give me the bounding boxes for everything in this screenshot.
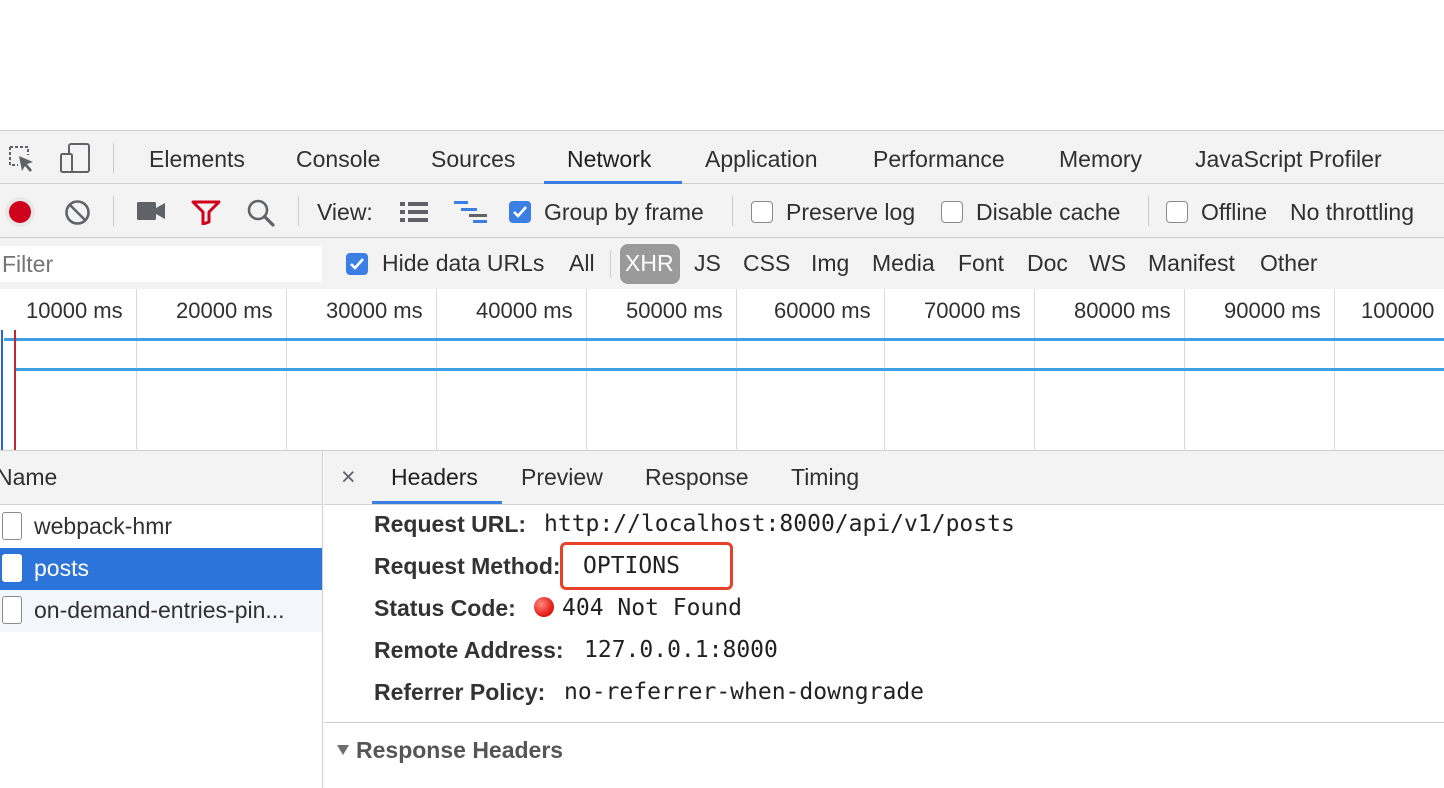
timeline-tick-label: 90000 ms <box>1224 298 1321 323</box>
type-filter-css[interactable]: CSS <box>743 252 790 275</box>
triangle-down-icon[interactable] <box>336 744 350 756</box>
header-key: Request Method: <box>374 553 561 579</box>
request-name[interactable]: on-demand-entries-pin... <box>34 599 285 622</box>
request-name[interactable]: posts <box>34 557 89 580</box>
timeline-tick-label: 40000 ms <box>476 298 573 323</box>
name-column-header[interactable]: Name <box>0 466 57 489</box>
large-rows-icon[interactable] <box>399 200 429 224</box>
tab-console[interactable]: Console <box>296 148 380 171</box>
clear-icon[interactable] <box>64 199 91 226</box>
type-filter-js[interactable]: JS <box>694 252 721 275</box>
header-value: 404 Not Found <box>562 595 743 621</box>
tab-performance[interactable]: Performance <box>873 148 1005 171</box>
response-headers-section-title[interactable]: Response Headers <box>356 739 563 762</box>
timeline-tick-label: 60000 ms <box>774 298 871 323</box>
toolbar-separator <box>298 196 299 226</box>
tab-application[interactable]: Application <box>705 148 818 171</box>
header-value: 127.0.0.1:8000 <box>584 637 778 663</box>
disable-cache-checkbox[interactable] <box>941 201 963 223</box>
header-key: Referrer Policy: <box>374 679 546 705</box>
details-tab-preview[interactable]: Preview <box>521 466 603 489</box>
header-value: no-referrer-when-downgrade <box>564 679 925 705</box>
details-tab-response[interactable]: Response <box>645 466 749 489</box>
timeline-request-bar <box>14 368 1444 371</box>
tab-network[interactable]: Network <box>567 148 651 171</box>
document-icon <box>2 512 22 540</box>
filter-icon[interactable] <box>191 199 221 225</box>
annotation-highlight-box <box>560 542 733 590</box>
type-filter-font[interactable]: Font <box>958 252 1004 275</box>
checkmark-icon <box>513 206 527 218</box>
details-tab-headers[interactable]: Headers <box>391 466 478 489</box>
network-toolbar: View: Group by frame Preserve log Disabl… <box>0 184 1444 238</box>
type-filter-ws[interactable]: WS <box>1089 252 1126 275</box>
type-filter-media[interactable]: Media <box>872 252 935 275</box>
timeline-tick-label: 100000 <box>1361 298 1435 323</box>
filter-input[interactable] <box>0 246 322 282</box>
document-icon <box>2 554 22 582</box>
preserve-log-checkbox[interactable] <box>751 201 773 223</box>
timeline-tick-label: 50000 ms <box>626 298 723 323</box>
filter-separator <box>610 250 611 278</box>
type-filter-all[interactable]: All <box>569 252 595 275</box>
type-filter-manifest[interactable]: Manifest <box>1148 252 1235 275</box>
search-icon[interactable] <box>246 198 276 228</box>
offline-label[interactable]: Offline <box>1201 201 1267 224</box>
record-icon[interactable] <box>4 196 36 228</box>
preserve-log-label[interactable]: Preserve log <box>786 201 915 224</box>
header-key: Request URL: <box>374 511 527 537</box>
section-divider <box>324 722 1444 723</box>
type-filter-other[interactable]: Other <box>1260 252 1318 275</box>
hide-data-urls-label[interactable]: Hide data URLs <box>382 252 544 275</box>
timeline-tick-label: 20000 ms <box>176 298 273 323</box>
timeline-tick-label: 10000 ms <box>26 298 123 323</box>
timeline-domcontentloaded-marker <box>1 330 3 450</box>
offline-checkbox[interactable] <box>1166 201 1188 223</box>
close-details-button[interactable]: × <box>341 465 356 490</box>
group-by-frame-label[interactable]: Group by frame <box>544 201 704 224</box>
type-filter-xhr[interactable]: XHR <box>625 252 674 275</box>
tab-sources[interactable]: Sources <box>431 148 515 171</box>
timeline-tick-label: 30000 ms <box>326 298 423 323</box>
overview-icon[interactable] <box>453 199 489 225</box>
details-tab-active-indicator <box>372 501 502 504</box>
document-icon <box>2 596 22 624</box>
header-key: Remote Address: <box>374 637 564 663</box>
tabbar-separator <box>113 143 114 173</box>
tab-elements[interactable]: Elements <box>149 148 245 171</box>
type-filter-doc[interactable]: Doc <box>1027 252 1068 275</box>
devtools-tabbar: Elements Console Sources Network Applica… <box>0 130 1444 184</box>
timeline-tick-label: 80000 ms <box>1074 298 1171 323</box>
capture-screenshots-icon[interactable] <box>136 200 166 222</box>
header-value: http://localhost:8000/api/v1/posts <box>544 511 1015 537</box>
toolbar-separator <box>1148 196 1149 226</box>
toolbar-separator <box>113 196 114 226</box>
details-tab-timing[interactable]: Timing <box>791 466 859 489</box>
toolbar-separator <box>732 196 733 226</box>
header-key: Status Code: <box>374 595 516 621</box>
inspect-element-icon[interactable] <box>6 143 38 175</box>
request-name[interactable]: webpack-hmr <box>34 515 172 538</box>
type-filter-img[interactable]: Img <box>811 252 849 275</box>
status-dot-icon <box>534 597 554 617</box>
view-label: View: <box>317 199 373 225</box>
tab-javascript-profiler[interactable]: JavaScript Profiler <box>1195 148 1382 171</box>
timeline-tick-label: 70000 ms <box>924 298 1021 323</box>
tab-memory[interactable]: Memory <box>1059 148 1142 171</box>
details-tabbar <box>324 451 1444 505</box>
disable-cache-label[interactable]: Disable cache <box>976 201 1120 224</box>
device-toggle-icon[interactable] <box>58 141 92 175</box>
timeline-load-marker <box>14 330 16 450</box>
timeline-request-bar <box>4 338 1444 341</box>
throttling-select[interactable]: No throttling <box>1290 201 1414 224</box>
checkmark-icon <box>350 258 364 270</box>
